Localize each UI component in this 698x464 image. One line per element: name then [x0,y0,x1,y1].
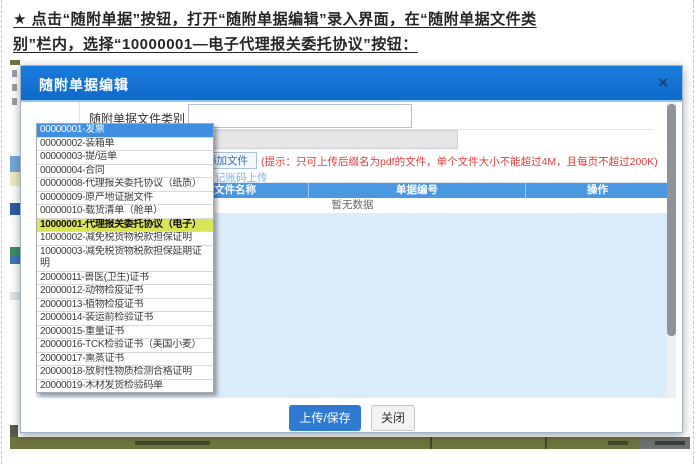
dropdown-item[interactable]: 00000001-发票 [37,124,213,138]
dialog-scrollbar[interactable] [667,102,676,398]
background-fragment [10,60,20,65]
dropdown-item[interactable]: 20000016-TCK检验证书（美国小麦） [37,339,213,353]
taskbar-smudge [655,441,685,445]
doc-type-dropdown[interactable]: 00000001-发票00000002-装箱单00000003-提/运单0000… [36,123,214,393]
dropdown-item[interactable]: 00000008-代理报关委托协议（纸质） [37,178,213,192]
dropdown-item[interactable]: 00000009-原产地证据文件 [37,192,213,206]
dropdown-item[interactable]: 10000003-减免税货物税款担保延期证明 [37,246,213,272]
dropdown-item[interactable]: 00000003-提/运单 [37,151,213,165]
background-fragment [12,70,17,77]
dropdown-item[interactable]: 20000019-木材发货检验码单 [37,380,213,393]
taskbar-divider [430,437,432,449]
left-dashed-border [1,0,2,464]
dropdown-item[interactable]: 00000002-装箱单 [37,138,213,152]
table-column-header: 单据编号 [309,183,526,198]
dialog-titlebar: 随附单据编辑 × [21,66,682,102]
instruction-line-1: ★ 点击“随附单据”按钮，打开“随附单据编辑”录入界面，在“随附单据文件类 [13,7,689,32]
instruction-line-2: 别”栏内，选择“10000001—电子代理报关委托协议”按钮： [13,32,689,57]
doc-type-input[interactable] [188,104,412,128]
instruction-text: ★ 点击“随附单据”按钮，打开“随附单据编辑”录入界面，在“随附单据文件类 别”… [13,7,689,57]
background-fragment [12,84,17,91]
taskbar-smudge [135,441,210,445]
background-fragment [10,292,20,300]
scrollbar-thumb[interactable] [667,104,676,336]
close-button[interactable]: 关闭 [371,405,415,431]
dropdown-item[interactable]: 20000018-放射性物质检测合格证明 [37,366,213,380]
dropdown-item[interactable]: 20000017-熏蒸证书 [37,353,213,367]
dropdown-item[interactable]: 20000013-植物检疫证书 [37,299,213,313]
taskbar-divider [545,437,547,449]
dropdown-item[interactable]: 20000012-动物检疫证书 [37,285,213,299]
upload-save-button[interactable]: 上传/保存 [289,405,361,431]
taskbar-smudge [608,441,628,445]
right-dashed-border [693,0,694,464]
dropdown-item[interactable]: 20000011-兽医(卫生)证书 [37,272,213,286]
close-icon[interactable]: × [658,73,668,93]
background-taskbar [10,437,690,449]
upload-hint-text: (提示：只可上传后缀名为pdf的文件，单个文件大小不能超过4M，且每页不超过20… [261,154,658,169]
dropdown-item[interactable]: 00000010-载货清单（舱单） [37,205,213,219]
dropdown-item[interactable]: 10000002-减免税货物税款担保证明 [37,232,213,246]
disabled-field [188,130,458,149]
table-column-header: 操作 [526,183,669,198]
dropdown-item[interactable]: 20000015-重量证书 [37,326,213,340]
background-fragment [10,425,18,437]
screenshot-root: ★ 点击“随附单据”按钮，打开“随附单据编辑”录入界面，在“随附单据文件类 别”… [0,0,698,464]
dropdown-item[interactable]: 10000001-代理报关委托协议（电子） [37,219,213,233]
dropdown-item[interactable]: 20000014-装运前检验证书 [37,312,213,326]
dropdown-item[interactable]: 00000004-合同 [37,165,213,179]
attached-documents-dialog: 随附单据编辑 × 随附单据文件类别 添加文件 (提示：只可上传后缀名为pdf的文… [20,65,683,433]
dialog-title: 随附单据编辑 [39,75,129,95]
background-fragment [12,98,17,105]
